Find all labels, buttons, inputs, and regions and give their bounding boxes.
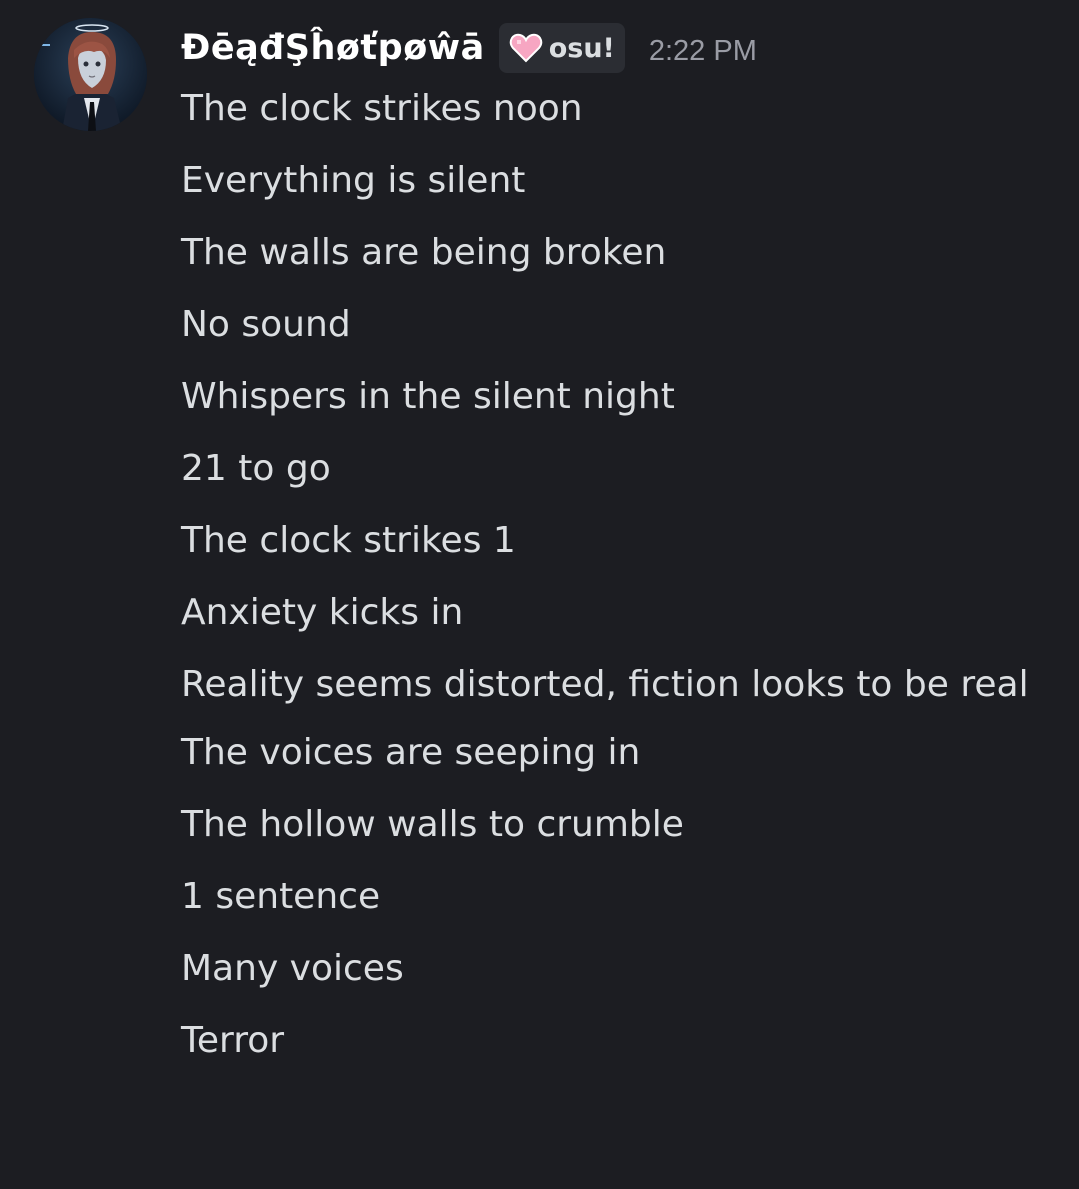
message-line: 1 sentence [181,876,381,917]
message-line: No sound [181,304,351,345]
message-line: Everything is silent [181,160,526,201]
message-line: The hollow walls to crumble [181,804,684,845]
clan-tag-label: osu! [548,32,615,64]
message-line: Terror [181,1020,285,1061]
message-content: The clock strikes noon Everything is sil… [181,82,1041,1086]
clan-tag[interactable]: osu! [498,23,625,73]
message-line: The walls are being broken [181,232,667,273]
message-line: Whispers in the silent night [181,376,675,417]
anime-character-avatar-icon [34,18,147,131]
username[interactable]: ĐēąđŞĥøťpøŵā [181,28,485,68]
message-line: 21 to go [181,448,331,489]
avatar[interactable] [34,18,147,131]
heart-icon [509,33,542,63]
message-line: The clock strikes noon [181,88,583,129]
message-line: Many voices [181,948,404,989]
chat-message: ĐēąđŞĥøťpøŵā osu! 2:22 PM The clock stri… [0,0,1079,1189]
timestamp[interactable]: 2:22 PM [649,35,757,68]
message-line: Reality seems distorted, fiction looks t… [181,664,1029,705]
message-line: Anxiety kicks in [181,592,464,633]
message-header: ĐēąđŞĥøťpøŵā osu! 2:22 PM [181,22,757,74]
message-line: The voices are seeping in [181,732,641,773]
message-line: The clock strikes 1 [181,520,516,561]
